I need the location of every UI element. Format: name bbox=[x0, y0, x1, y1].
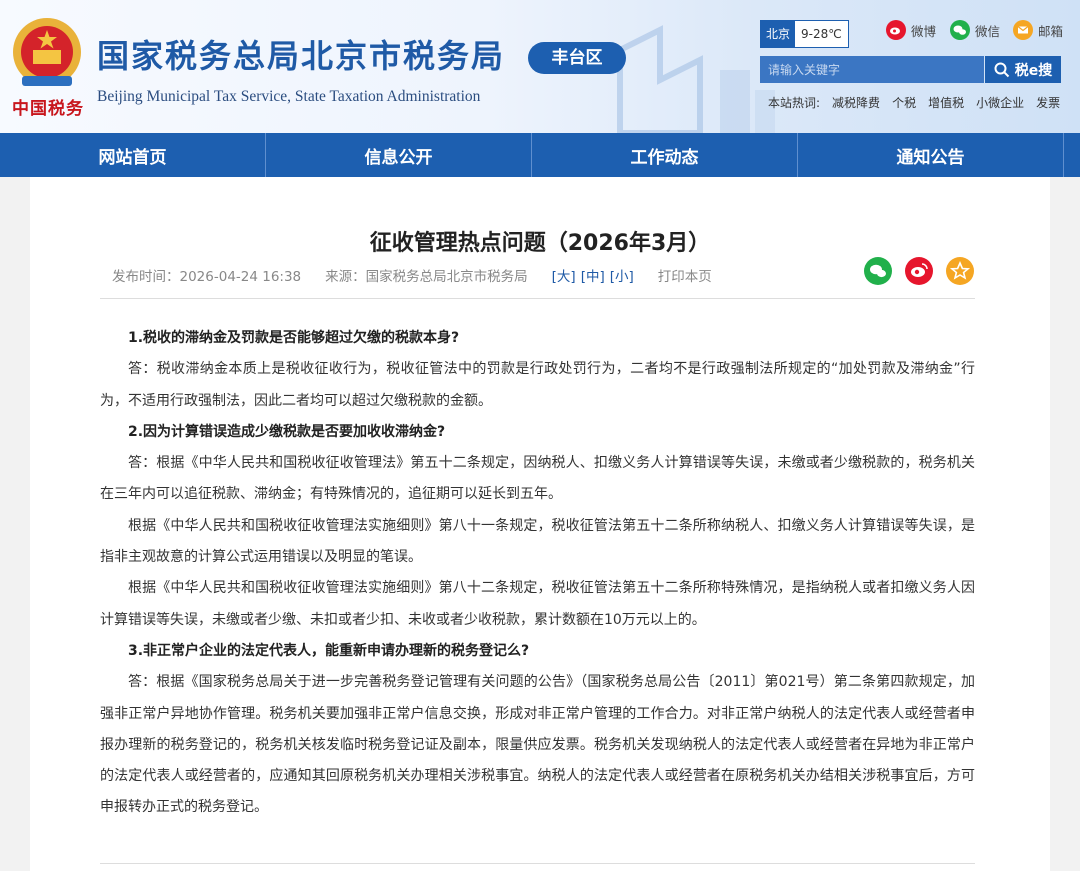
footer-divider bbox=[100, 863, 975, 864]
question-heading: 2.因为计算错误造成少缴税款是否要加收收滞纳金? bbox=[128, 423, 446, 440]
article-body: 1.税收的滞纳金及罚款是否能够超过欠缴的税款本身? 答：税收滞纳金本质上是税收征… bbox=[100, 323, 975, 824]
answer-paragraph: 答：税收滞纳金本质上是税收征收行为，税收征管法中的罚款是行政处罚行为，二者均不是… bbox=[100, 361, 975, 409]
main-nav: 网站首页 信息公开 工作动态 通知公告 bbox=[0, 133, 1080, 177]
font-size-small[interactable]: [小] bbox=[610, 265, 634, 285]
wechat-icon bbox=[950, 20, 970, 40]
share-weibo-icon[interactable] bbox=[905, 257, 933, 285]
question-heading: 3.非正常户企业的法定代表人，能重新申请办理新的税务登记么? bbox=[128, 642, 530, 659]
article-title: 征收管理热点问题（2026年3月） bbox=[369, 231, 711, 256]
answer-paragraph: 答：根据《中华人民共和国税收征收管理法》第五十二条规定，因纳税人、扣缴义务人计算… bbox=[100, 455, 975, 503]
font-size-large[interactable]: [大] bbox=[552, 265, 576, 285]
title-divider bbox=[100, 298, 975, 299]
district-badge[interactable]: 丰台区 bbox=[528, 42, 626, 74]
national-emblem-logo bbox=[13, 18, 81, 86]
mail-icon bbox=[1013, 20, 1033, 40]
share-wechat-icon[interactable] bbox=[864, 257, 892, 285]
question-heading: 1.税收的滞纳金及罚款是否能够超过欠缴的税款本身? bbox=[128, 330, 460, 346]
hotword-link[interactable]: 发票 bbox=[1036, 94, 1060, 111]
skyline-graphic bbox=[617, 25, 775, 133]
nav-notices[interactable]: 通知公告 bbox=[798, 133, 1064, 177]
search-button-label: 税e搜 bbox=[1014, 62, 1053, 79]
mail-label: 邮箱 bbox=[1038, 23, 1064, 39]
weibo-label: 微博 bbox=[911, 23, 937, 39]
site-title[interactable]: 国家税务总局北京市税务局 bbox=[97, 40, 505, 72]
mail-link[interactable]: 邮箱 bbox=[1013, 20, 1063, 40]
hotword-link[interactable]: 小微企业 bbox=[976, 94, 1024, 111]
article: 征收管理热点问题（2026年3月） 发布时间：2026-04-24 16:38 … bbox=[30, 177, 1050, 871]
font-size-medium[interactable]: [中] bbox=[581, 265, 605, 285]
article-meta: 发布时间：2026-04-24 16:38 来源：国家税务总局北京市税务局 [大… bbox=[112, 265, 712, 285]
site-header: 中国税务 国家税务总局北京市税务局 Beijing Municipal Tax … bbox=[0, 0, 1080, 133]
hotword-link[interactable]: 减税降费 bbox=[832, 94, 880, 111]
search-input[interactable] bbox=[760, 56, 984, 83]
article-source: 来源：国家税务总局北京市税务局 bbox=[325, 269, 528, 285]
hotwords: 本站热词: 减税降费 个税 增值税 小微企业 发票 bbox=[768, 94, 1060, 111]
nav-info-disclosure[interactable]: 信息公开 bbox=[266, 133, 532, 177]
hotword-link[interactable]: 增值税 bbox=[928, 94, 964, 111]
content-area: 征收管理热点问题（2026年3月） 发布时间：2026-04-24 16:38 … bbox=[0, 177, 1080, 871]
print-link[interactable]: 打印本页 bbox=[658, 265, 712, 285]
search-icon bbox=[994, 62, 1009, 77]
weibo-link[interactable]: 微博 bbox=[886, 20, 936, 40]
answer-paragraph: 根据《中华人民共和国税收征收管理法实施细则》第八十一条规定，税收征管法第五十二条… bbox=[100, 517, 975, 566]
hotwords-label: 本站热词: bbox=[768, 96, 821, 110]
wechat-label: 微信 bbox=[975, 23, 1001, 39]
slogan-logo: 中国税务 bbox=[12, 99, 84, 119]
search-button[interactable]: 税e搜 bbox=[985, 56, 1061, 83]
publish-time: 发布时间：2026-04-24 16:38 bbox=[112, 269, 302, 285]
weather-city: 北京 bbox=[761, 21, 796, 47]
share-favorite-icon[interactable] bbox=[946, 257, 974, 285]
nav-work-news[interactable]: 工作动态 bbox=[532, 133, 798, 177]
answer-paragraph: 根据《中华人民共和国税收征收管理法实施细则》第八十二条规定，税收征管法第五十二条… bbox=[100, 580, 975, 628]
wechat-link[interactable]: 微信 bbox=[950, 20, 1000, 40]
weibo-icon bbox=[886, 20, 906, 40]
weather-widget: 北京 9-28℃ bbox=[760, 20, 849, 48]
site-subtitle: Beijing Municipal Tax Service, State Tax… bbox=[97, 88, 481, 105]
nav-home[interactable]: 网站首页 bbox=[0, 133, 266, 177]
answer-paragraph: 答：根据《国家税务总局关于进一步完善税务登记管理有关问题的公告》（国家税务总局公… bbox=[100, 674, 975, 816]
weather-temp: 9-28℃ bbox=[795, 21, 848, 47]
hotword-link[interactable]: 个税 bbox=[892, 94, 916, 111]
